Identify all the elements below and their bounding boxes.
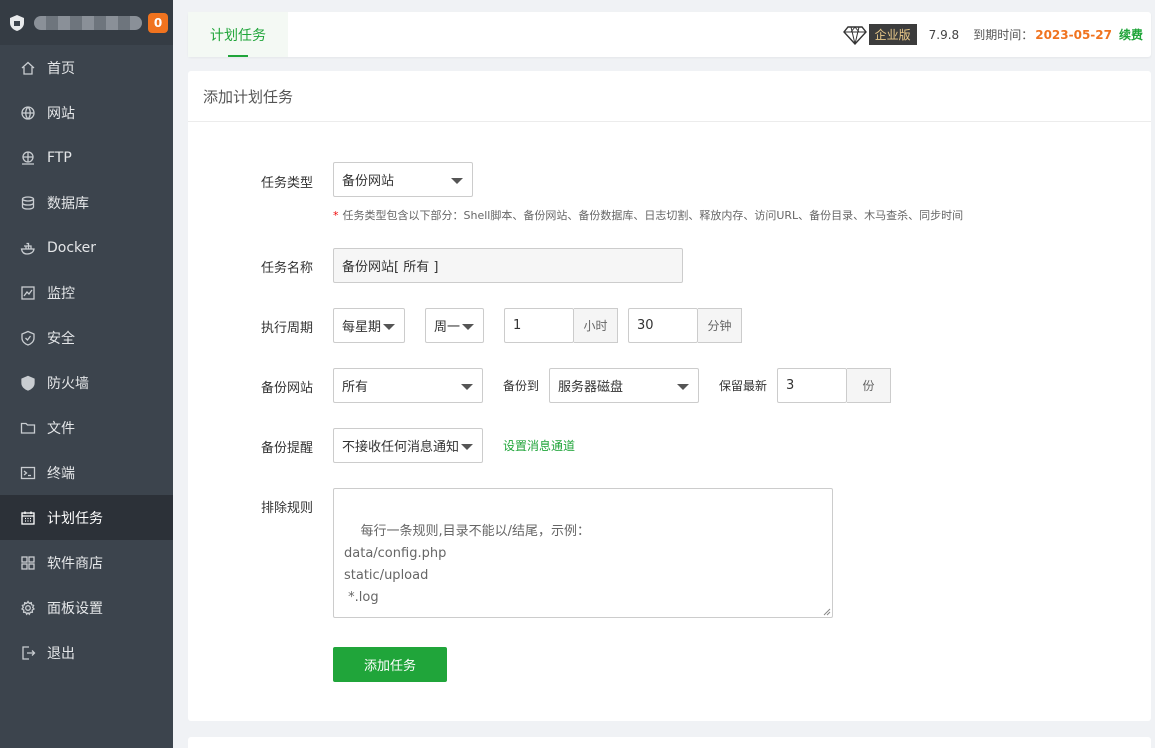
backup-site-select[interactable]: 所有 bbox=[333, 368, 483, 403]
backup-to-value: 服务器磁盘 bbox=[558, 380, 624, 395]
backup-site-value: 所有 bbox=[342, 380, 369, 395]
sidebar-item-label: 面板设置 bbox=[47, 600, 103, 617]
keep-latest-unit: 份 bbox=[847, 368, 891, 403]
task-type-hint: * 任务类型包含以下部分：Shell脚本、备份网站、备份数据库、日志切割、释放内存… bbox=[333, 207, 963, 223]
top-bar: 计划任务 企业版 7.9.8 到期时间： 2023-05-27 续费 bbox=[188, 12, 1151, 57]
backup-site-label: 备份网站 bbox=[261, 381, 314, 396]
keep-latest-value: 3 bbox=[786, 378, 795, 393]
apps-icon bbox=[20, 555, 36, 571]
task-name-input[interactable]: 备份网站[ 所有 ] bbox=[333, 248, 683, 283]
globe-icon bbox=[20, 105, 36, 121]
backup-to-label: 备份到 bbox=[503, 379, 540, 393]
expire-label: 到期时间： bbox=[973, 28, 1034, 42]
backup-to-select[interactable]: 服务器磁盘 bbox=[549, 368, 699, 403]
exclude-rules-label: 排除规则 bbox=[261, 501, 314, 516]
tab-cron[interactable]: 计划任务 bbox=[188, 12, 288, 57]
sidebar-item-logout[interactable]: 退出 bbox=[0, 630, 173, 675]
terminal-icon bbox=[20, 465, 36, 481]
sidebar-item-cron[interactable]: 计划任务 bbox=[0, 495, 173, 540]
sidebar-item-home[interactable]: 首页 bbox=[0, 45, 173, 90]
panel-version: 7.9.8 bbox=[928, 27, 960, 42]
cycle-type-select[interactable]: 每星期 bbox=[333, 308, 405, 343]
sidebar-header: 0 bbox=[0, 0, 173, 45]
resize-grip-icon[interactable] bbox=[823, 608, 831, 616]
cycle-day-select[interactable]: 周一 bbox=[425, 308, 484, 343]
sidebar-item-website[interactable]: 网站 bbox=[0, 90, 173, 135]
sidebar-item-label: 数据库 bbox=[47, 195, 89, 212]
sidebar-item-firewall[interactable]: 防火墙 bbox=[0, 360, 173, 405]
sidebar-item-label: 文件 bbox=[47, 420, 75, 437]
notify-value: 不接收任何消息通知 bbox=[342, 440, 460, 455]
page-title: 添加计划任务 bbox=[188, 71, 1151, 122]
sidebar-item-store[interactable]: 软件商店 bbox=[0, 540, 173, 585]
task-list-card bbox=[188, 737, 1151, 748]
settings-icon bbox=[20, 599, 36, 616]
minute-input[interactable]: 30 bbox=[628, 308, 698, 343]
exclude-rules-textarea[interactable]: 每行一条规则,目录不能以/结尾，示例： data/config.php stat… bbox=[333, 488, 833, 618]
hour-input[interactable]: 1 bbox=[504, 308, 574, 343]
logout-icon bbox=[20, 645, 36, 661]
sidebar-item-security[interactable]: 安全 bbox=[0, 315, 173, 360]
task-type-select[interactable]: 备份网站 bbox=[333, 162, 473, 197]
minute-value: 30 bbox=[637, 318, 654, 333]
firewall-icon bbox=[20, 375, 36, 391]
sidebar-item-settings[interactable]: 面板设置 bbox=[0, 585, 173, 630]
sidebar-item-terminal[interactable]: 终端 bbox=[0, 450, 173, 495]
notify-select[interactable]: 不接收任何消息通知 bbox=[333, 428, 483, 463]
ftp-icon bbox=[20, 150, 36, 166]
sidebar-item-ftp[interactable]: FTP bbox=[0, 135, 173, 180]
notify-label: 备份提醒 bbox=[261, 441, 314, 456]
calendar-icon bbox=[20, 510, 36, 526]
message-count-badge[interactable]: 0 bbox=[148, 12, 168, 33]
sidebar-item-label: 软件商店 bbox=[47, 555, 103, 572]
sidebar-nav: 首页 网站 FTP 数据库 Docker 监控 安全 防火墙 文件 终端 计划任… bbox=[0, 45, 173, 675]
hint-star: * bbox=[333, 209, 339, 222]
monitor-icon bbox=[20, 285, 36, 301]
folder-icon bbox=[20, 420, 36, 436]
sidebar-item-label: 退出 bbox=[47, 645, 75, 662]
database-icon bbox=[20, 195, 36, 211]
sidebar-item-monitor[interactable]: 监控 bbox=[0, 270, 173, 315]
add-task-button[interactable]: 添加任务 bbox=[333, 647, 447, 682]
cycle-type-value: 每星期 bbox=[342, 320, 382, 335]
sidebar-item-files[interactable]: 文件 bbox=[0, 405, 173, 450]
sidebar-item-label: 监控 bbox=[47, 285, 75, 302]
sidebar-item-label: 首页 bbox=[47, 60, 75, 77]
sidebar-item-database[interactable]: 数据库 bbox=[0, 180, 173, 225]
sidebar-item-label: 安全 bbox=[47, 330, 75, 347]
cycle-label: 执行周期 bbox=[261, 321, 314, 336]
sidebar-item-label: 计划任务 bbox=[47, 510, 103, 527]
sidebar-item-label: 终端 bbox=[47, 465, 75, 482]
version-info: 企业版 7.9.8 到期时间： 2023-05-27 续费 bbox=[842, 12, 1143, 57]
sidebar-item-label: 网站 bbox=[47, 105, 75, 122]
add-cron-card: 添加计划任务 任务类型 备份网站 * 任务类型包含以下部分：Shell脚本、备份网… bbox=[188, 71, 1151, 721]
task-name-value: 备份网站[ 所有 ] bbox=[342, 260, 439, 275]
docker-icon bbox=[20, 240, 36, 256]
hint-text: 任务类型包含以下部分：Shell脚本、备份网站、备份数据库、日志切割、释放内存、… bbox=[342, 209, 964, 222]
keep-latest-input[interactable]: 3 bbox=[777, 368, 847, 403]
message-channel-link[interactable]: 设置消息通道 bbox=[503, 437, 575, 454]
diamond-icon bbox=[842, 25, 867, 45]
cycle-day-value: 周一 bbox=[434, 320, 461, 335]
exclude-rules-placeholder: 每行一条规则,目录不能以/结尾，示例： data/config.php stat… bbox=[344, 524, 591, 605]
hour-value: 1 bbox=[513, 318, 522, 333]
task-name-label: 任务名称 bbox=[261, 261, 314, 276]
sidebar-item-label: Docker bbox=[47, 239, 97, 256]
keep-latest-label: 保留最新 bbox=[719, 379, 768, 393]
hour-unit: 小时 bbox=[574, 308, 618, 343]
panel-logo-icon bbox=[10, 14, 24, 31]
server-name-blurred bbox=[34, 15, 142, 30]
shield-icon bbox=[20, 330, 36, 346]
task-type-value: 备份网站 bbox=[342, 174, 395, 189]
sidebar-item-label: 防火墙 bbox=[47, 375, 89, 392]
sidebar: 0 首页 网站 FTP 数据库 Docker 监控 安全 防火墙 文件 终端 计… bbox=[0, 0, 173, 748]
home-icon bbox=[20, 60, 36, 76]
renew-link[interactable]: 续费 bbox=[1119, 26, 1143, 43]
sidebar-item-docker[interactable]: Docker bbox=[0, 225, 173, 270]
task-type-label: 任务类型 bbox=[261, 176, 314, 191]
enterprise-edition-badge: 企业版 bbox=[868, 24, 917, 45]
expire-date: 2023-05-27 bbox=[1035, 27, 1112, 42]
sidebar-item-label: FTP bbox=[47, 149, 72, 166]
minute-unit: 分钟 bbox=[698, 308, 742, 343]
